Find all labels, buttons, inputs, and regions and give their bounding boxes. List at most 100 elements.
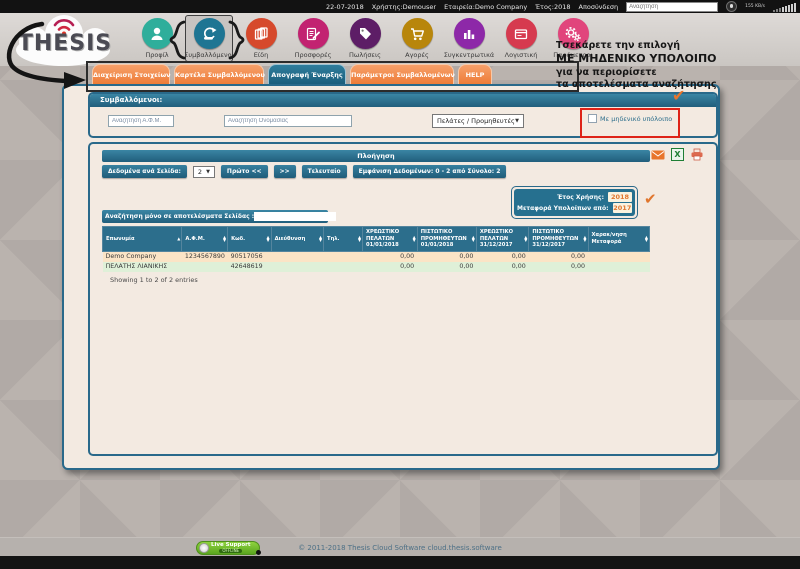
column-header[interactable]: Χαρακ/νηση Μεταφορά▲ ▼ bbox=[588, 227, 650, 252]
sort-icon[interactable]: ▲ ▼ bbox=[267, 235, 270, 242]
column-header[interactable]: Α.Φ.Μ.▲ ▼ bbox=[182, 227, 228, 252]
column-header[interactable]: Διεύθυνση▲ ▼ bbox=[271, 227, 323, 252]
table-cell: 0,00 bbox=[417, 251, 476, 262]
nav-item-profile[interactable]: Προφίλ bbox=[133, 15, 181, 62]
table-cell: 42648619 bbox=[228, 262, 271, 272]
sort-icon[interactable]: ▲ ▼ bbox=[524, 235, 527, 242]
help-icon[interactable] bbox=[726, 1, 737, 12]
page-search-bar: Αναζήτηση μόνο σε αποτελέσματα Σελίδας : bbox=[102, 210, 328, 223]
table-row[interactable]: Demo Company1234567890905170560,000,000,… bbox=[103, 251, 650, 262]
type-select[interactable]: Πελάτες / Προμηθευτές ▼ bbox=[432, 114, 524, 128]
tab-opening-inventory[interactable]: Απογραφή Έναρξης bbox=[268, 64, 346, 84]
year-label: Έτος:2018 bbox=[535, 3, 570, 11]
tab-partner-parameters[interactable]: Παράμετροι Συμβαλλομένων bbox=[350, 64, 454, 84]
results-panel: Πλοήγηση Δεδομένα ανά Σελίδα: 2 ▼ Πρώτο … bbox=[88, 142, 718, 456]
email-icon[interactable] bbox=[651, 150, 665, 160]
transfer-year-label: Μεταφορά Υπολοίπων από: bbox=[517, 205, 609, 212]
user-label: Χρήστης:Demouser bbox=[372, 3, 436, 11]
sort-icon[interactable]: ▲ bbox=[177, 237, 180, 241]
column-header[interactable]: ΠΙΣΤΩΤΙΚΟ ΠΡΟΜΗΘΕΥΤΩΝ 31/12/2017▲ ▼ bbox=[529, 227, 588, 252]
print-icon[interactable] bbox=[690, 148, 704, 161]
profile-icon bbox=[142, 18, 173, 49]
pagination-title: Πλοήγηση bbox=[102, 150, 650, 162]
afm-search-input[interactable] bbox=[108, 115, 174, 127]
nav-item-purchases[interactable]: Αγορές bbox=[393, 15, 441, 62]
column-header[interactable]: ΠΙΣΤΩΤΙΚΟ ΠΡΟΜΗΘΕΥΤΩΝ 01/01/2018▲ ▼ bbox=[417, 227, 476, 252]
usage-year-label: Έτος Χρήσης: bbox=[557, 194, 604, 201]
partners-icon bbox=[194, 18, 225, 49]
table-row[interactable]: ΠΕΛΑΤΗΣ ΛΙΑΝΙΚΗΣ426486190,000,000,000,00 bbox=[103, 262, 650, 272]
year-confirm-checkmark-icon[interactable]: ✔ bbox=[644, 190, 657, 208]
nav-item-accounting[interactable]: Λογιστική bbox=[497, 15, 545, 62]
transfer-year-value[interactable]: 2017 bbox=[613, 203, 632, 213]
sort-icon[interactable]: ▲ ▼ bbox=[319, 235, 322, 242]
chevron-down-icon: ▼ bbox=[206, 169, 210, 175]
logout-link[interactable]: Αποσύνδεση bbox=[579, 3, 619, 11]
nav-item-items[interactable]: Είδη bbox=[237, 15, 285, 62]
table-cell: Demo Company bbox=[103, 251, 182, 262]
nav-item-sales[interactable]: Πωλήσεις bbox=[341, 15, 389, 62]
table-cell: 0,00 bbox=[529, 262, 588, 272]
table-cell: 0,00 bbox=[363, 262, 418, 272]
chevron-down-icon: ▼ bbox=[515, 118, 519, 124]
sort-icon[interactable]: ▲ ▼ bbox=[223, 235, 226, 242]
nav-item-offers[interactable]: Προσφορές bbox=[289, 15, 337, 62]
per-page-label: Δεδομένα ανά Σελίδα: bbox=[102, 165, 187, 178]
usage-year-value[interactable]: 2018 bbox=[608, 192, 632, 202]
fiscal-year-box: Έτος Χρήσης: 2018 Μεταφορά Υπολοίπων από… bbox=[511, 186, 638, 219]
column-header[interactable]: Τηλ.▲ ▼ bbox=[324, 227, 363, 252]
sort-icon[interactable]: ▲ ▼ bbox=[413, 235, 416, 242]
global-search-input[interactable] bbox=[626, 2, 718, 12]
table-header-row: Επωνυμία▲Α.Φ.Μ.▲ ▼Κωδ.▲ ▼Διεύθυνση▲ ▼Τηλ… bbox=[103, 227, 650, 252]
table-cell bbox=[324, 262, 363, 272]
tab-partner-card[interactable]: Καρτέλα Συμβαλλόμενου bbox=[174, 64, 264, 84]
sort-icon[interactable]: ▲ ▼ bbox=[645, 235, 648, 242]
table-cell: 1234567890 bbox=[182, 251, 228, 262]
table-cell bbox=[271, 262, 323, 272]
excel-export-icon[interactable]: X bbox=[671, 148, 684, 161]
zero-balance-label: Με μηδενικό υπόλοιπο bbox=[600, 115, 672, 123]
pagination-info: Εμφάνιση Δεδομένων: 0 - 2 από Σύνολο: 2 bbox=[353, 165, 507, 178]
table-cell bbox=[588, 251, 650, 262]
per-page-select[interactable]: 2 ▼ bbox=[193, 166, 215, 178]
page-search-input[interactable] bbox=[254, 212, 336, 221]
column-header[interactable]: ΧΡΕΩΣΤΙΚΟ ΠΕΛΑΤΩΝ 31/12/2017▲ ▼ bbox=[476, 227, 528, 252]
column-header[interactable]: ΧΡΕΩΣΤΙΚΟ ΠΕΛΑΤΩΝ 01/01/2018▲ ▼ bbox=[363, 227, 418, 252]
copyright-text: © 2011-2018 Thesis Cloud Software cloud.… bbox=[0, 544, 800, 552]
page-search-label: Αναζήτηση μόνο σε αποτελέσματα Σελίδας : bbox=[105, 213, 254, 220]
thesis-app-window: 22-07-2018 Χρήστης:Demouser Εταιρεία:Dem… bbox=[0, 0, 800, 569]
tip-checkmark-icon: ✔ bbox=[672, 86, 685, 105]
table-cell: 0,00 bbox=[529, 251, 588, 262]
table-cell: 0,00 bbox=[476, 262, 528, 272]
name-search-input[interactable] bbox=[224, 115, 352, 127]
footer-bar: Live Support OFFLINE © 2011-2018 Thesis … bbox=[0, 537, 800, 557]
table-cell bbox=[324, 251, 363, 262]
tab-help[interactable]: HELP bbox=[458, 64, 492, 84]
nav-item-reports[interactable]: Συγκεντρωτικά bbox=[445, 15, 493, 62]
nav-item-partners[interactable]: Συμβαλλόμενοι bbox=[185, 15, 233, 62]
zero-balance-option: Με μηδενικό υπόλοιπο bbox=[588, 114, 672, 123]
tab-manage-data[interactable]: Διαχείριση Στοιχείων bbox=[92, 64, 170, 84]
table-cell: 0,00 bbox=[417, 262, 476, 272]
sort-icon[interactable]: ▲ ▼ bbox=[583, 235, 586, 242]
signal-bars-icon bbox=[773, 2, 796, 12]
top-status-bar: 22-07-2018 Χρήστης:Demouser Εταιρεία:Dem… bbox=[0, 0, 800, 13]
table-cell: 90517056 bbox=[228, 251, 271, 262]
zero-balance-checkbox[interactable] bbox=[588, 114, 597, 123]
items-icon bbox=[246, 18, 277, 49]
column-header[interactable]: Επωνυμία▲ bbox=[103, 227, 182, 252]
sort-icon[interactable]: ▲ ▼ bbox=[358, 235, 361, 242]
table-cell: 0,00 bbox=[476, 251, 528, 262]
table-cell bbox=[182, 262, 228, 272]
sales-icon bbox=[350, 18, 381, 49]
column-header[interactable]: Κωδ.▲ ▼ bbox=[228, 227, 271, 252]
table-cell: ΠΕΛΑΤΗΣ ΛΙΑΝΙΚΗΣ bbox=[103, 262, 182, 272]
pagination-controls: Δεδομένα ανά Σελίδα: 2 ▼ Πρώτο << >> Τελ… bbox=[102, 165, 506, 178]
purchases-icon bbox=[402, 18, 433, 49]
first-prev-page-button[interactable]: Πρώτο << bbox=[221, 165, 268, 178]
table-summary: Showing 1 to 2 of 2 entries bbox=[110, 276, 198, 284]
next-page-button[interactable]: >> bbox=[274, 165, 296, 178]
company-label: Εταιρεία:Demo Company bbox=[444, 3, 527, 11]
last-page-button[interactable]: Τελευταίο bbox=[302, 165, 347, 178]
sort-icon[interactable]: ▲ ▼ bbox=[472, 235, 475, 242]
